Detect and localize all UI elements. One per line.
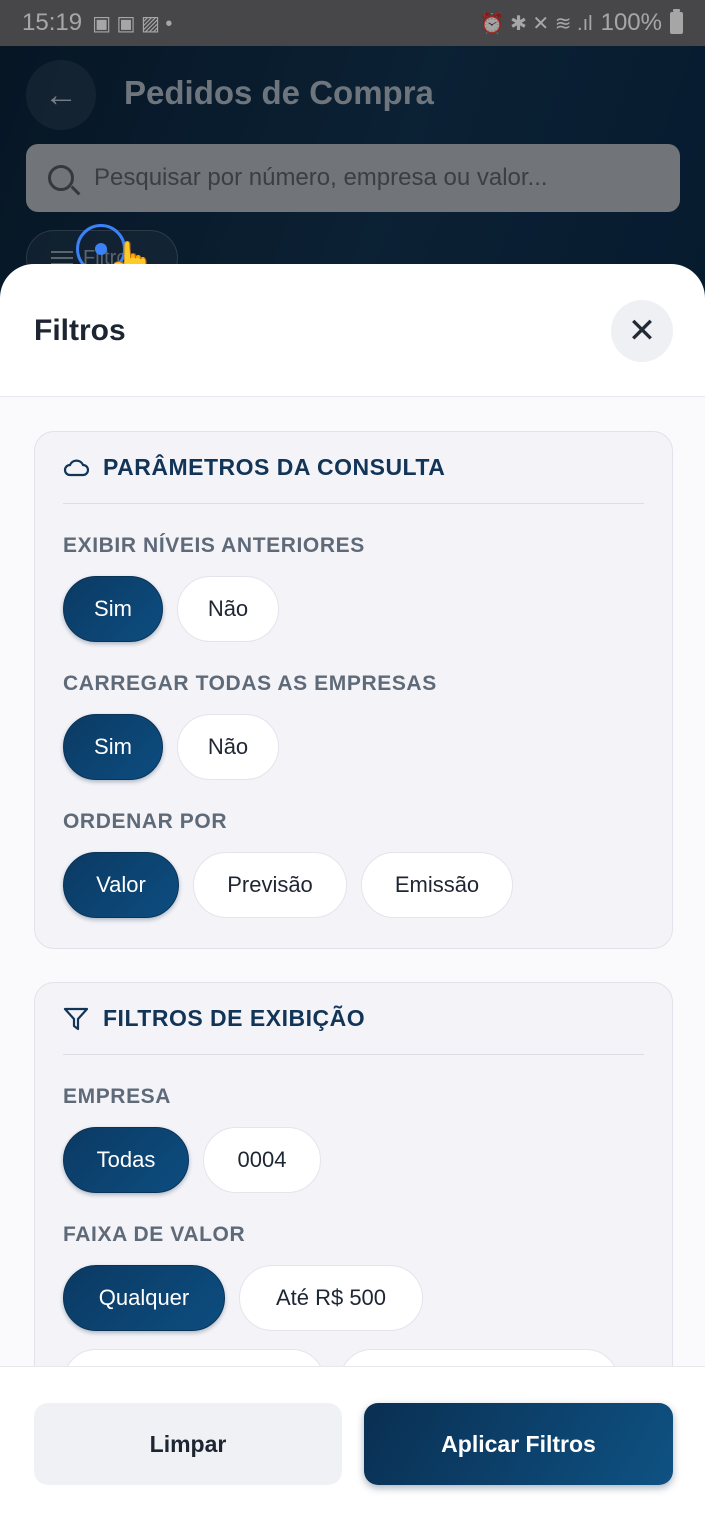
chip-faixa-ate-500[interactable]: Até R$ 500 <box>239 1265 423 1331</box>
card-title-row: PARÂMETROS DA CONSULTA <box>63 432 644 504</box>
funnel-icon <box>63 1007 89 1030</box>
chip-empresas-sim[interactable]: Sim <box>63 714 163 780</box>
card-title: PARÂMETROS DA CONSULTA <box>103 454 446 480</box>
chip-empresa-todas[interactable]: Todas <box>63 1127 189 1193</box>
card-title: FILTROS DE EXIBIÇÃO <box>103 1005 366 1031</box>
close-icon: ✕ <box>627 312 657 350</box>
section-label-empresas: CARREGAR TODAS AS EMPRESAS <box>63 672 437 695</box>
section-label-niveis: EXIBIR NÍVEIS ANTERIORES <box>63 534 365 557</box>
query-parameters-card: PARÂMETROS DA CONSULTA EXIBIR NÍVEIS ANT… <box>34 431 673 949</box>
chip-group-empresa: Todas 0004 <box>63 1127 644 1193</box>
sheet-header: Filtros ✕ <box>0 264 705 397</box>
chip-ordenar-emissao[interactable]: Emissão <box>361 852 513 918</box>
filters-sheet: Filtros ✕ PARÂMETROS DA CONSULTA EXIBIR … <box>0 264 705 1515</box>
chip-ordenar-valor[interactable]: Valor <box>63 852 179 918</box>
sheet-body[interactable]: PARÂMETROS DA CONSULTA EXIBIR NÍVEIS ANT… <box>0 397 705 1515</box>
chip-group-niveis: Sim Não <box>63 576 644 642</box>
chip-niveis-sim[interactable]: Sim <box>63 576 163 642</box>
chip-group-ordenar: Valor Previsão Emissão <box>63 852 644 918</box>
chip-ordenar-previsao[interactable]: Previsão <box>193 852 347 918</box>
section-label-ordenar: ORDENAR POR <box>63 810 228 833</box>
sheet-title: Filtros <box>34 314 126 347</box>
clear-button[interactable]: Limpar <box>34 1403 342 1485</box>
chip-group-faixa: Qualquer Até R$ 500 <box>63 1265 644 1331</box>
chip-empresa-0004[interactable]: 0004 <box>203 1127 321 1193</box>
chip-niveis-nao[interactable]: Não <box>177 576 279 642</box>
section-label-empresa: EMPRESA <box>63 1085 172 1108</box>
section-label-faixa: FAIXA DE VALOR <box>63 1223 246 1246</box>
cloud-icon <box>63 459 89 476</box>
apply-filters-button[interactable]: Aplicar Filtros <box>364 1403 673 1485</box>
close-button[interactable]: ✕ <box>611 300 673 362</box>
chip-empresas-nao[interactable]: Não <box>177 714 279 780</box>
sheet-footer: Limpar Aplicar Filtros <box>0 1366 705 1515</box>
chip-group-empresas: Sim Não <box>63 714 644 780</box>
card-title-row: FILTROS DE EXIBIÇÃO <box>63 983 644 1055</box>
chip-faixa-qualquer[interactable]: Qualquer <box>63 1265 225 1331</box>
